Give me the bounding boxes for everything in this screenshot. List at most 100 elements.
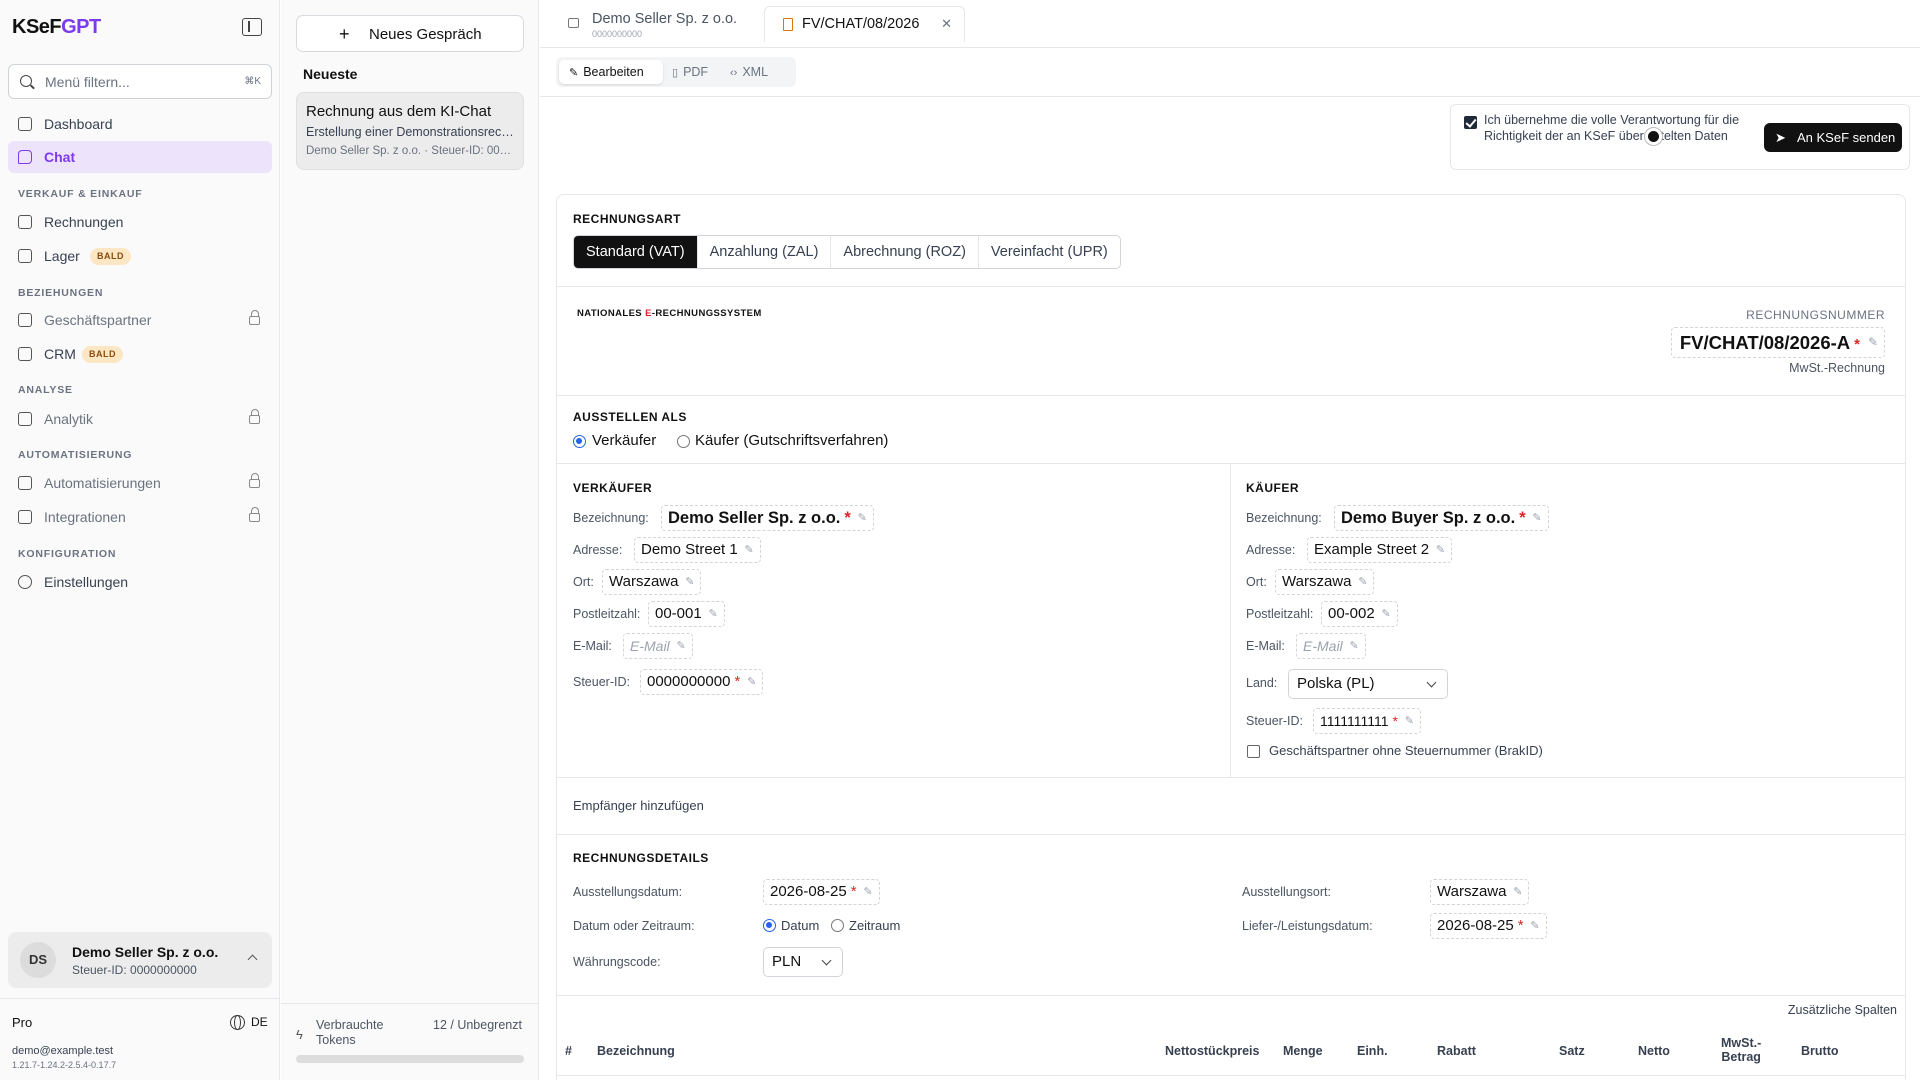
pencil-icon: ✎ [1513,886,1523,898]
tab-invoice[interactable]: FV/CHAT/08/2026 ✕ [764,6,965,42]
seller-email-field[interactable]: E-Mail ✎ [623,633,693,659]
shortcut-hint: ⌘K [244,76,261,87]
sidebar-item-automations[interactable]: Automatisierungen [8,467,272,499]
sidebar-collapse-icon[interactable] [242,18,262,36]
brand-logo[interactable]: KSeFGPT [12,16,101,39]
invoice-number-field[interactable]: FV/CHAT/08/2026-A * ✎ [1670,327,1885,358]
sidebar-item-settings[interactable]: Einstellungen [8,566,272,598]
sidebar-item-analytics[interactable]: Analytik [8,403,272,435]
file-icon: ▯ [672,67,679,79]
add-recipient-link[interactable]: Empfänger hinzufügen [573,798,704,813]
conversation-meta: Demo Seller Sp. z o.o. · Steuer-ID: 0000… [306,145,516,157]
consent-checkbox[interactable] [1464,116,1477,129]
seller-taxid-field[interactable]: 0000000000 * ✎ [640,669,764,695]
send-to-ksef-button[interactable]: ➤ An KSeF senden [1764,123,1902,152]
tab-seller[interactable]: Demo Seller Sp. z o.o. 0000000000 [540,6,740,42]
buyer-country-select[interactable]: Polska (PL) [1288,669,1448,699]
seller-name-label: Bezeichnung: [573,511,649,525]
period-date-radio[interactable] [763,919,776,932]
issue-as-seller-radio[interactable] [573,435,586,448]
sidebar-item-label: Chat [44,149,76,165]
currency: PLN [772,953,802,970]
issue-date-field[interactable]: 2026-08-25 * ✎ [763,879,880,905]
pencil-icon: ✎ [708,608,718,620]
section-config: KONFIGURATION [18,548,117,560]
seller-address: Demo Street 1 [641,541,738,558]
sidebar-item-partners[interactable]: Geschäftspartner [8,304,272,336]
issue-place-field[interactable]: Warszawa ✎ [1430,879,1530,905]
tab-xml[interactable]: ‹› XML [730,60,788,84]
currency-select[interactable]: PLN [763,947,843,977]
buyer-email-field[interactable]: E-Mail ✎ [1296,633,1366,659]
type-advance[interactable]: Anzahlung (ZAL) [698,236,832,268]
tab-title: Demo Seller Sp. z o.o. [592,11,738,27]
sidebar-item-integrations[interactable]: Integrationen [8,501,272,533]
issue-place-label: Ausstellungsort: [1242,885,1331,899]
plus-icon: + [339,24,350,44]
tab-pdf[interactable]: ▯ PDF [672,60,724,84]
pencil-icon: ✎ [1358,576,1368,588]
type-standard[interactable]: Standard (VAT) [574,236,698,268]
account-switcher[interactable]: DS Demo Seller Sp. z o.o. Steuer-ID: 000… [8,932,272,988]
currency-label: Währungscode: [573,955,661,969]
col-vat-amount: MwSt.- Betrag [1721,1036,1761,1064]
required-marker: * [1519,509,1526,527]
sidebar-item-label: Einstellungen [44,574,129,590]
divider [557,777,1905,778]
divider [540,96,1920,97]
seller-email-placeholder: E-Mail [630,638,670,654]
required-marker: * [734,673,741,690]
extra-columns-button[interactable]: Zusätzliche Spalten [1788,1003,1897,1017]
buyer-zip: 00-002 [1328,605,1375,622]
required-marker: * [1392,713,1398,729]
close-icon[interactable]: ✕ [941,16,952,32]
seller-city-field[interactable]: Warszawa ✎ [602,569,702,595]
language-switcher[interactable]: DE [251,1015,268,1029]
divider [557,286,1905,287]
system-label-a: NATIONALES [577,308,646,319]
menu-filter-placeholder: Menü filtern... [45,74,130,90]
buyer-taxid: 1111111111 [1320,713,1389,729]
required-marker: * [844,509,851,527]
tab-pdf-label: PDF [683,65,709,79]
buyer-zip-label: Postleitzahl: [1246,607,1314,621]
globe-icon[interactable] [230,1015,245,1030]
type-settlement[interactable]: Abrechnung (ROZ) [831,236,979,268]
sidebar-item-invoices[interactable]: Rechnungen [8,206,272,238]
buyer-taxid-field[interactable]: 1111111111 * ✎ [1313,708,1421,734]
buyer-city-label: Ort: [1246,575,1267,589]
sidebar-item-label: Dashboard [44,116,113,132]
type-simplified[interactable]: Vereinfacht (UPR) [979,236,1120,268]
tab-xml-label: XML [742,65,769,79]
search-icon [20,75,32,87]
buyer-zip-field[interactable]: 00-002 ✎ [1321,601,1398,627]
new-conversation-button[interactable]: + Neues Gespräch [296,15,524,52]
issue-as-buyer-radio[interactable] [677,435,690,448]
col-net: Netto [1638,1044,1670,1058]
seller-address-field[interactable]: Demo Street 1 ✎ [634,537,761,563]
no-taxid-checkbox[interactable] [1247,745,1260,758]
conversation-item[interactable]: Rechnung aus dem KI-Chat Erstellung eine… [296,92,524,170]
buyer-address-field[interactable]: Example Street 2 ✎ [1307,537,1453,563]
sidebar-item-warehouse[interactable]: Lager BALD [8,240,272,272]
document-tabs: Demo Seller Sp. z o.o. 0000000000 FV/CHA… [540,0,1920,48]
issue-date: 2026-08-25 [770,883,847,900]
sidebar-item-dashboard[interactable]: Dashboard [8,108,272,140]
sidebar-item-chat[interactable]: Chat [8,141,272,173]
seller-zip-field[interactable]: 00-001 ✎ [648,601,725,627]
period-range-radio[interactable] [831,919,844,932]
buyer-name-field[interactable]: Demo Buyer Sp. z o.o. * ✎ [1334,505,1549,531]
invoice-kind: MwSt.-Rechnung [1789,361,1885,375]
send-icon: ➤ [1775,130,1786,145]
delivery-date-field[interactable]: 2026-08-25 * ✎ [1430,913,1547,939]
buyer-address-label: Adresse: [1246,543,1296,557]
send-label: An KSeF senden [1797,130,1896,145]
sidebar-item-crm[interactable]: CRM BALD [8,338,272,370]
workflow-icon [18,476,32,490]
buyer-city-field[interactable]: Warszawa ✎ [1275,569,1375,595]
seller-name-field[interactable]: Demo Seller Sp. z o.o. * ✎ [661,505,874,531]
invoice-type-selector: Standard (VAT) Anzahlung (ZAL) Abrechnun… [573,235,1121,269]
invoice-type-title: RECHNUNGSART [573,212,681,226]
menu-filter-input[interactable]: Menü filtern... ⌘K [8,64,272,99]
tab-edit[interactable]: ✎ Bearbeiten [559,60,663,84]
